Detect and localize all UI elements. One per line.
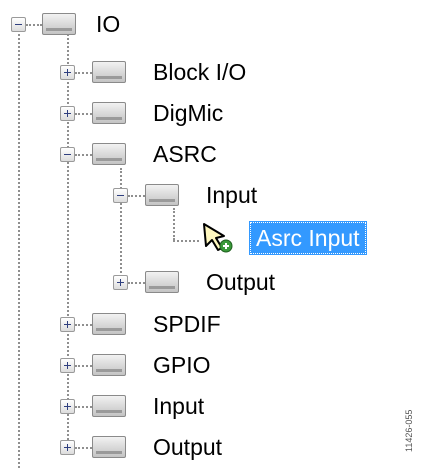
- tree-item-label: Input: [206, 182, 258, 208]
- tree-item-io[interactable]: IO: [0, 4, 140, 44]
- collapse-toggle[interactable]: [11, 17, 26, 32]
- tree-item-label: DigMic: [153, 100, 224, 126]
- tree-item-label: ASRC: [153, 141, 217, 167]
- folder-icon: [42, 13, 76, 35]
- expand-toggle[interactable]: [60, 399, 75, 414]
- folder-icon: [92, 436, 126, 458]
- folder-icon: [92, 143, 126, 165]
- tree-item-label: Block I/O: [153, 59, 247, 85]
- collapse-toggle[interactable]: [60, 147, 75, 162]
- tree-item-block-io[interactable]: Block I/O: [0, 52, 300, 92]
- expand-toggle[interactable]: [113, 275, 128, 290]
- folder-icon: [92, 395, 126, 417]
- expand-toggle[interactable]: [60, 106, 75, 121]
- tree-item-label: Output: [206, 269, 276, 295]
- expand-toggle[interactable]: [60, 440, 75, 455]
- tree-item-gpio[interactable]: GPIO: [0, 345, 300, 385]
- expand-toggle[interactable]: [60, 317, 75, 332]
- tree-item-asrc-input[interactable]: Input: [0, 175, 300, 215]
- tree-item-label: IO: [96, 11, 121, 37]
- folder-icon: [92, 313, 126, 335]
- add-pointer-icon: [203, 223, 233, 253]
- tree-item-label-selected: Asrc Input: [249, 221, 367, 255]
- figure-code: 11426-055: [404, 409, 414, 452]
- tree-item-output[interactable]: Output: [0, 427, 300, 467]
- folder-icon: [145, 184, 179, 206]
- expand-toggle[interactable]: [60, 65, 75, 80]
- tree-view: IO Block I/O DigMic ASRC Input Asrc Inpu…: [0, 0, 422, 468]
- tree-item-input[interactable]: Input: [0, 386, 300, 426]
- folder-icon: [92, 354, 126, 376]
- tree-item-label: Input: [153, 393, 205, 419]
- expand-toggle[interactable]: [60, 358, 75, 373]
- folder-icon: [92, 102, 126, 124]
- tree-item-asrc[interactable]: ASRC: [0, 134, 300, 174]
- tree-item-label: SPDIF: [153, 311, 221, 337]
- collapse-toggle[interactable]: [113, 188, 128, 203]
- folder-icon: [92, 61, 126, 83]
- folder-icon: [145, 271, 179, 293]
- tree-item-label: GPIO: [153, 352, 211, 378]
- tree-item-label: Output: [153, 434, 223, 460]
- tree-item-asrc-output[interactable]: Output: [0, 262, 300, 302]
- tree-item-asrc-input-leaf[interactable]: Asrc Input: [0, 218, 400, 258]
- tree-item-digmic[interactable]: DigMic: [0, 93, 300, 133]
- tree-item-spdif[interactable]: SPDIF: [0, 304, 300, 344]
